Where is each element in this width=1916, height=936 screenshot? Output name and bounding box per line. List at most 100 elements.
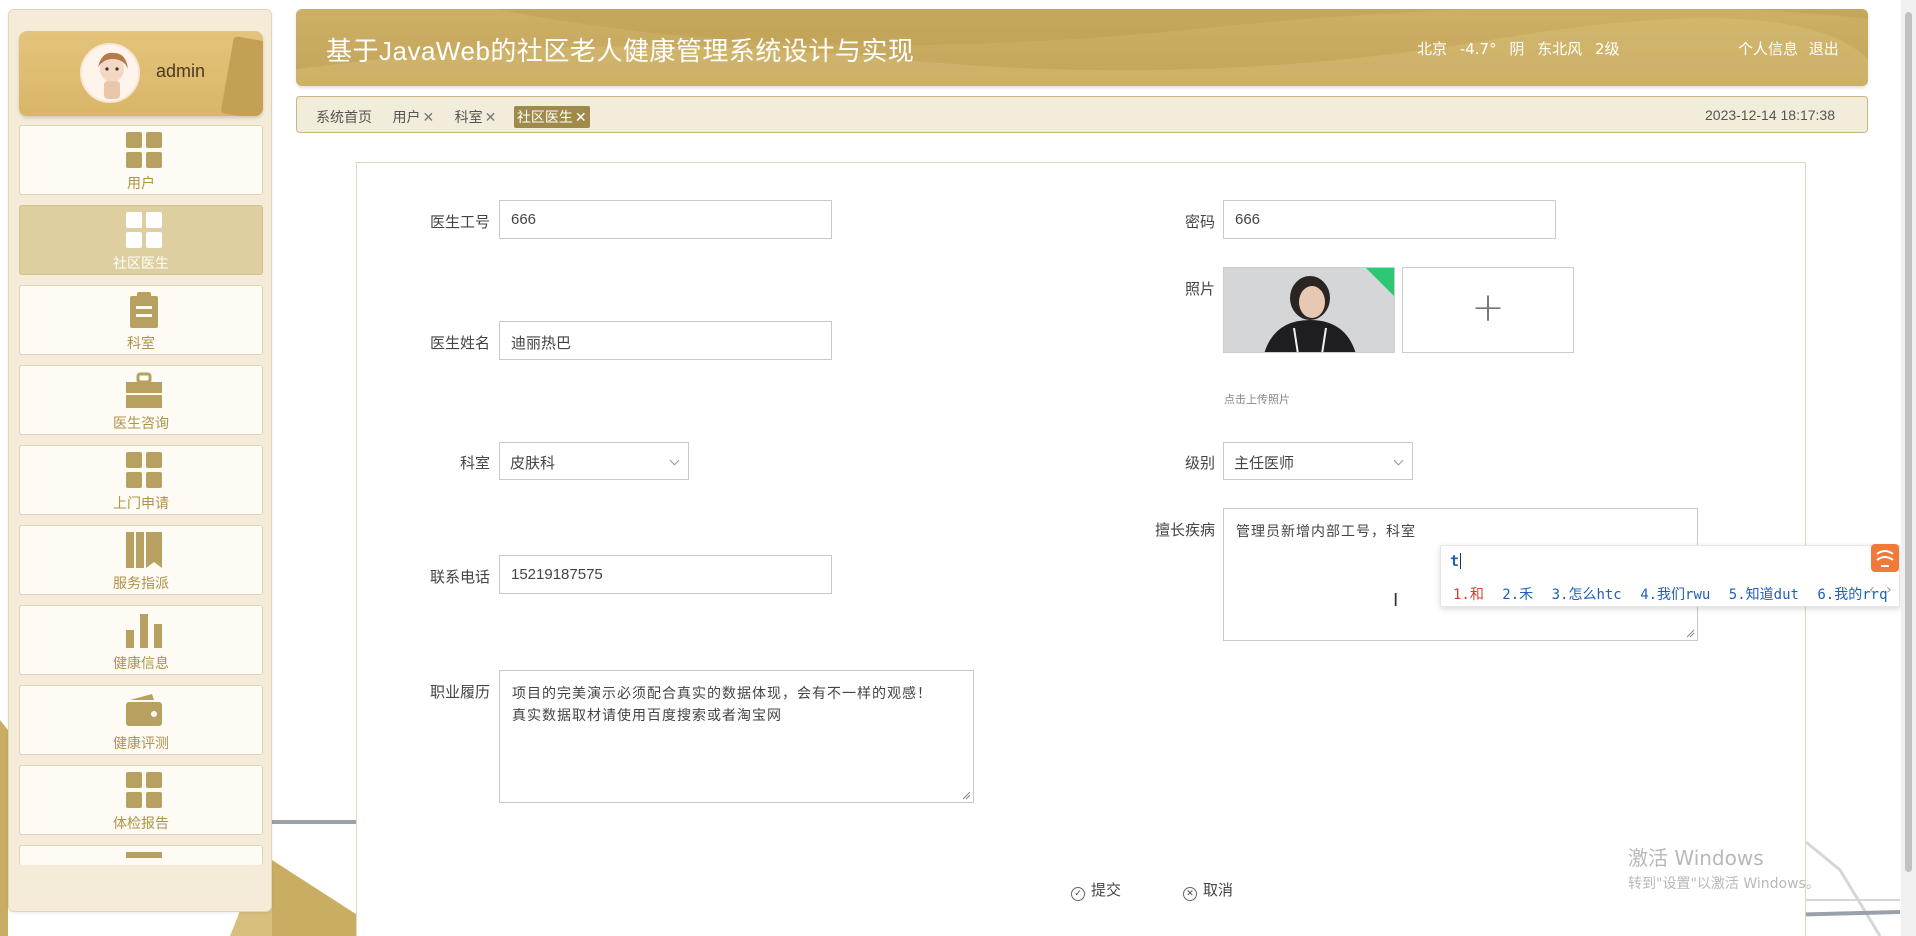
sidebar-item-service-assign[interactable]: 服务指派 (19, 525, 263, 595)
sidebar-item-partial[interactable] (19, 845, 263, 865)
sidebar-item-label: 用户 (127, 176, 155, 192)
sidebar-item-label: 社区医生 (113, 256, 169, 272)
weather-condition: 阴 (1509, 40, 1525, 58)
ime-candidate[interactable]: 1.和 (1453, 587, 1484, 603)
specialty-value: 管理员新增内部工号，科室 (1236, 524, 1416, 540)
phone-input[interactable]: 15219187575 (499, 555, 832, 594)
sidebar-item-health-assessment[interactable]: 健康评测 (19, 685, 263, 755)
resize-handle-icon[interactable] (1686, 629, 1695, 638)
resume-line-1: 项目的完美演示必须配合真实的数据体现，会有不一样的观感！ (512, 686, 932, 702)
ime-candidate[interactable]: 4.我们rwu (1640, 587, 1710, 603)
page-title: 基于JavaWeb的社区老人健康管理系统设计与实现 (326, 36, 915, 66)
header-links: 个人信息 退出 (1738, 38, 1845, 59)
grid-icon (126, 132, 162, 168)
tab-department[interactable]: 科室 ✕ (452, 106, 500, 128)
grid-icon (126, 772, 162, 808)
department-label: 科室 (459, 454, 490, 472)
grid-icon (126, 452, 162, 488)
sidebar-item-label: 医生咨询 (113, 416, 169, 432)
phone-label: 联系电话 (429, 568, 490, 586)
clipboard-icon (130, 292, 158, 328)
ime-candidate[interactable]: 5.知道dut (1729, 587, 1799, 603)
cancel-button[interactable]: ✕ 取消 (1183, 879, 1233, 901)
doctor-id-label: 医生工号 (429, 213, 490, 231)
sidebar-item-label: 健康信息 (113, 656, 169, 672)
weather-city: 北京 (1417, 40, 1448, 58)
profile-link[interactable]: 个人信息 (1738, 40, 1798, 58)
text-cursor-icon: I (1393, 590, 1399, 611)
datetime: 2023-12-14 18:17:38 (1705, 107, 1835, 123)
close-icon[interactable]: ✕ (422, 110, 434, 126)
level-select[interactable]: 主任医师 (1223, 442, 1413, 480)
sidebar-item-label: 体检报告 (113, 816, 169, 832)
sidebar-item-doctor-consultation[interactable]: 医生咨询 (19, 365, 263, 435)
tab-community-doctor[interactable]: 社区医生 ✕ (513, 106, 590, 128)
weather-temperature: -4.7° (1459, 40, 1497, 58)
chevron-down-icon (1393, 455, 1404, 466)
scrollbar[interactable] (1901, 0, 1916, 936)
ime-candidate[interactable]: 3.怎么htc (1552, 587, 1622, 603)
submit-button[interactable]: ✓ 提交 (1071, 879, 1121, 901)
password-input[interactable]: 666 (1223, 200, 1556, 239)
user-card-flap (220, 35, 263, 116)
partial-icon (126, 852, 162, 858)
watermark-line-1: 激活 Windows (1628, 846, 1764, 870)
sidebar-item-label: 健康评测 (113, 736, 169, 752)
ime-composition-text: t (1450, 552, 1460, 570)
grid-icon (126, 212, 162, 248)
photo-thumbnail[interactable] (1223, 267, 1395, 353)
sidebar-item-checkup-report[interactable]: 体检报告 (19, 765, 263, 835)
tab-bar: 系统首页 用户 ✕ 科室 ✕ 社区医生 ✕ 2023-12-14 18:17:38 (296, 96, 1868, 133)
ime-logo-icon[interactable] (1871, 544, 1899, 572)
doctor-id-input[interactable]: 666 (499, 200, 832, 239)
level-label: 级别 (1184, 454, 1215, 472)
upload-button[interactable]: + (1402, 267, 1574, 353)
wallet-icon (126, 694, 162, 726)
header: 基于JavaWeb的社区老人健康管理系统设计与实现 北京 -4.7° 阴 东北风… (296, 9, 1868, 86)
scrollbar-thumb[interactable] (1905, 12, 1912, 872)
ime-candidate-window: t 1.和 2.禾 3.怎么htc 4.我们rwu 5.知道dut 6.我的rr… (1440, 544, 1900, 607)
resume-textarea[interactable]: 项目的完美演示必须配合真实的数据体现，会有不一样的观感！ 真实数据取材请使用百度… (499, 670, 974, 803)
level-value: 主任医师 (1234, 454, 1295, 472)
resume-label: 职业履历 (429, 683, 490, 701)
user-name: admin (156, 61, 206, 81)
sidebar-item-health-info[interactable]: 健康信息 (19, 605, 263, 675)
tab-label: 社区医生 (516, 110, 573, 126)
bar-chart-icon (126, 614, 162, 648)
watermark-line-2: 转到"设置"以激活 Windows。 (1628, 876, 1820, 892)
doctor-name-label: 医生姓名 (429, 334, 490, 352)
cancel-label: 取消 (1203, 881, 1234, 899)
ime-page-arrows[interactable]: ‹ › (1868, 582, 1893, 598)
password-label: 密码 (1184, 213, 1215, 231)
chevron-down-icon (669, 455, 680, 466)
briefcase-icon (126, 372, 162, 408)
sidebar-item-label: 服务指派 (113, 576, 169, 592)
resize-handle-icon[interactable] (962, 791, 971, 800)
tab-users[interactable]: 用户 ✕ (389, 106, 437, 128)
sidebar-item-label: 上门申请 (113, 496, 169, 512)
tab-label: 科室 (454, 110, 483, 126)
doctor-name-input[interactable]: 迪丽热巴 (499, 321, 832, 360)
user-card[interactable]: admin (19, 31, 263, 116)
sidebar-item-community-doctor[interactable]: 社区医生 (19, 205, 263, 275)
department-select[interactable]: 皮肤科 (499, 442, 689, 480)
selected-badge (1366, 268, 1394, 296)
submit-label: 提交 (1091, 881, 1122, 899)
close-icon[interactable]: ✕ (575, 110, 587, 126)
sidebar-item-home-visit[interactable]: 上门申请 (19, 445, 263, 515)
resume-line-2: 真实数据取材请使用百度搜索或者淘宝网 (512, 708, 782, 724)
ime-candidate[interactable]: 2.禾 (1502, 587, 1533, 603)
tab-label: 用户 (392, 110, 421, 126)
books-icon (126, 532, 162, 568)
ime-composition: t (1450, 552, 1462, 570)
logout-link[interactable]: 退出 (1809, 40, 1839, 58)
sidebar: admin 用户 社区医生 科室 医生咨询 上门申请 服务指派 健康信息 健康评… (8, 9, 272, 912)
sidebar-item-users[interactable]: 用户 (19, 125, 263, 195)
weather-wind: 东北风 (1537, 40, 1583, 58)
text-cursor (1460, 553, 1462, 569)
tab-home[interactable]: 系统首页 (313, 106, 375, 128)
photo-label: 照片 (1184, 280, 1215, 298)
sidebar-item-department[interactable]: 科室 (19, 285, 263, 355)
close-icon[interactable]: ✕ (485, 110, 497, 126)
check-circle-icon: ✓ (1071, 887, 1085, 901)
